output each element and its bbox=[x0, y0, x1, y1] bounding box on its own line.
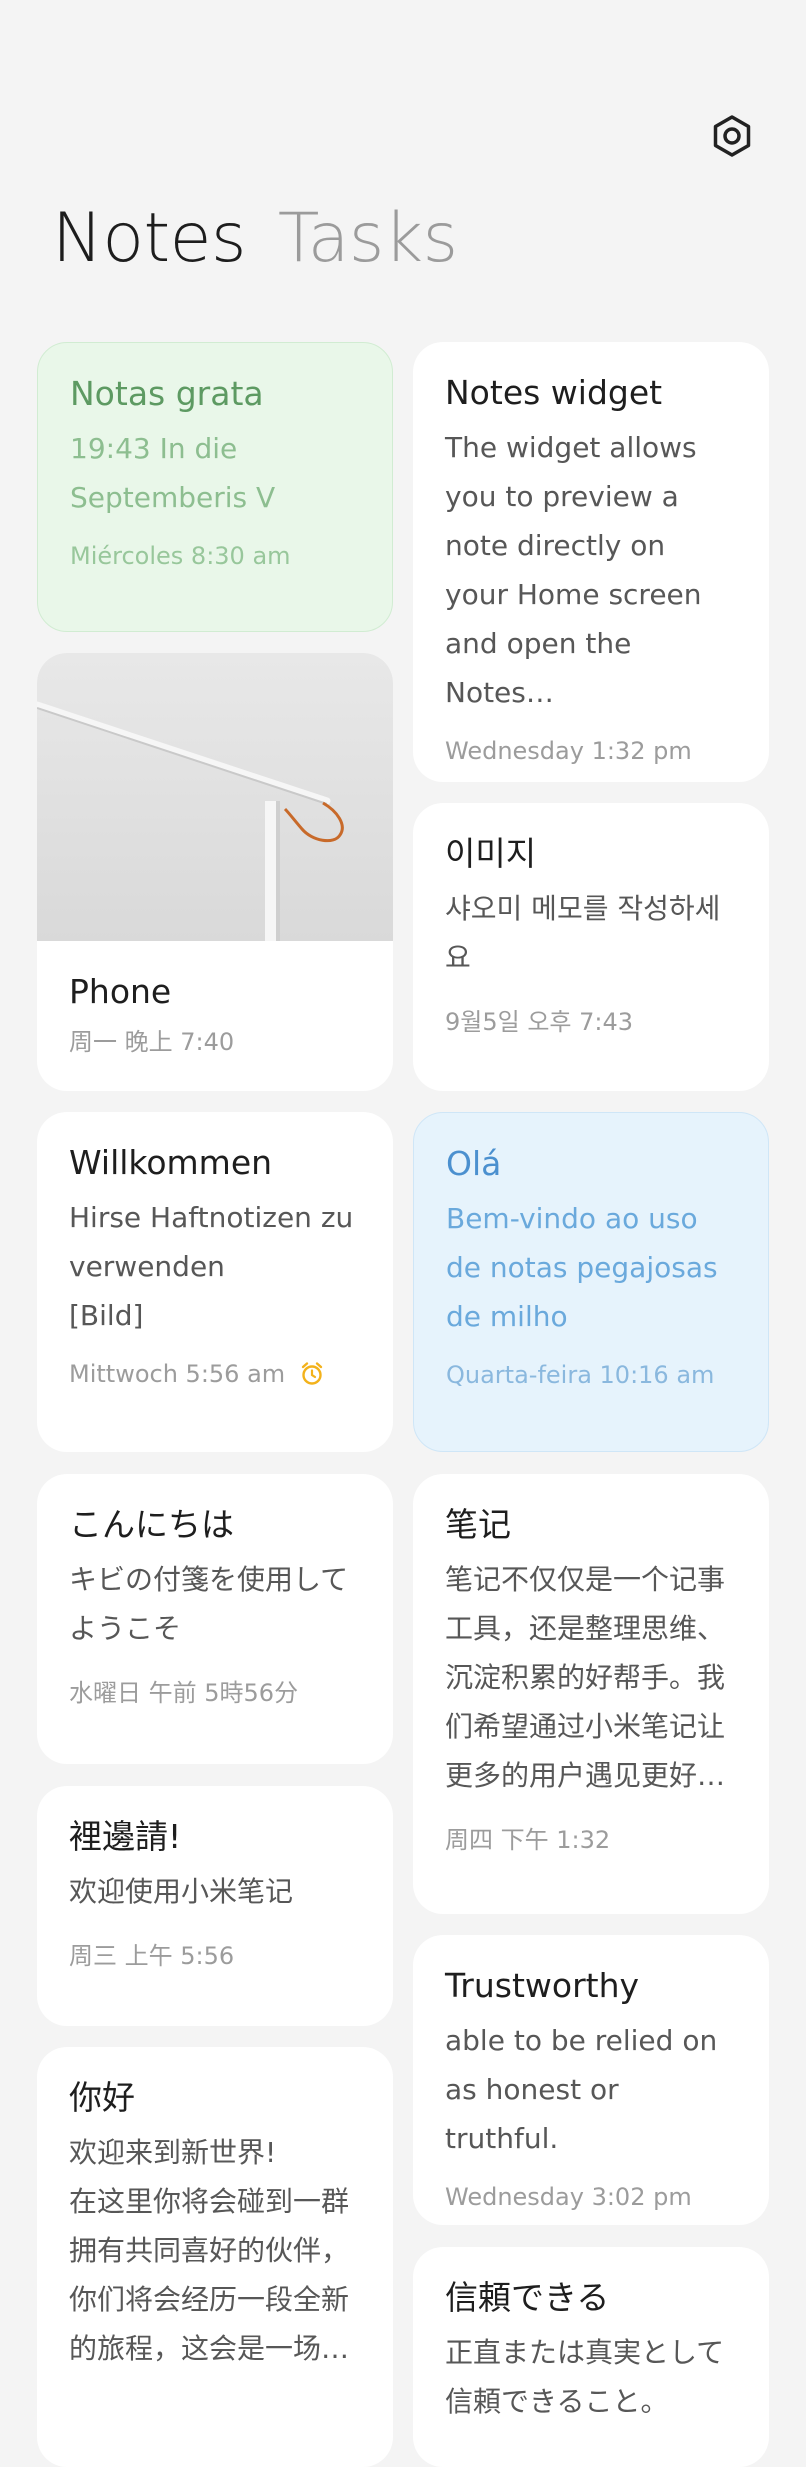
note-date: 周四 下午 1:32 bbox=[445, 1826, 611, 1855]
note-preview: able to be relied on as honest or truthf… bbox=[445, 2024, 718, 2156]
note-card[interactable]: Notes widget The widget allows you to pr… bbox=[413, 342, 769, 782]
desk-lamp-image bbox=[37, 701, 344, 941]
note-date: Mittwoch 5:56 am bbox=[69, 1360, 286, 1389]
note-preview: Bem-vindo ao uso de notas pegajosas de m… bbox=[446, 1202, 718, 1334]
note-date-row: Mittwoch 5:56 am bbox=[69, 1360, 361, 1388]
note-title: 裡邊請! bbox=[69, 1817, 182, 1856]
tab-bar: Notes Tasks bbox=[52, 205, 458, 273]
note-date: Wednesday 1:32 pm bbox=[445, 737, 692, 766]
note-title: こんにちは bbox=[69, 1505, 234, 1544]
note-date: Wednesday 3:02 pm bbox=[445, 2183, 692, 2212]
gear-icon bbox=[713, 115, 751, 157]
note-title: 信頼できる bbox=[445, 2278, 610, 2317]
note-card[interactable]: 信頼できる 正直または真実として信頼できること。 bbox=[413, 2247, 769, 2467]
tab-notes[interactable]: Notes bbox=[52, 205, 246, 273]
note-preview: キビの付箋を使用してようこそ bbox=[69, 1563, 349, 1646]
note-card[interactable]: 이미지 샤오미 메모를 작성하세요 9월5일 오후 7:43 bbox=[413, 803, 769, 1091]
note-title: Willkommen bbox=[69, 1143, 273, 1182]
note-preview: Hirse Haftnotizen zu verwenden [Bild] bbox=[69, 1201, 354, 1333]
note-title: 이미지 bbox=[445, 834, 537, 873]
note-card[interactable]: 笔记 笔记不仅仅是一个记事工具，还是整理思维、沉淀积累的好帮手。我们希望通过小米… bbox=[413, 1474, 769, 1914]
note-card[interactable]: Trustworthy able to be relied on as hone… bbox=[413, 1935, 769, 2225]
note-date: Miércoles 8:30 am bbox=[70, 542, 291, 571]
note-title: 你好 bbox=[69, 2078, 135, 2117]
note-title: 笔记 bbox=[445, 1505, 511, 1544]
note-date: 9월5일 오후 7:43 bbox=[445, 1008, 634, 1037]
note-preview: The widget allows you to preview a note … bbox=[445, 431, 702, 710]
tab-tasks[interactable]: Tasks bbox=[278, 205, 458, 273]
note-date: 周三 上午 5:56 bbox=[69, 1942, 235, 1971]
note-preview: 샤오미 메모를 작성하세요 bbox=[445, 892, 721, 975]
note-preview: 欢迎来到新世界! 在这里你将会碰到一群拥有共同喜好的伙伴，你们将会经历一段全新的… bbox=[69, 2136, 350, 2366]
note-title: Phone bbox=[69, 972, 172, 1011]
note-card[interactable]: 你好 欢迎来到新世界! 在这里你将会碰到一群拥有共同喜好的伙伴，你们将会经历一段… bbox=[37, 2047, 393, 2467]
note-preview: 欢迎使用小米笔记 bbox=[69, 1875, 294, 1909]
note-title: Olá bbox=[446, 1144, 502, 1183]
note-preview: 19:43 In die Septemberis V bbox=[70, 432, 276, 515]
note-title: Notas grata bbox=[70, 374, 264, 413]
note-preview: 笔记不仅仅是一个记事工具，还是整理思维、沉淀积累的好帮手。我们希望通过小米笔记让… bbox=[445, 1563, 726, 1793]
note-image bbox=[37, 653, 393, 941]
note-preview: 正直または真実として信頼できること。 bbox=[445, 2336, 725, 2419]
note-card[interactable]: こんにちは キビの付箋を使用してようこそ 水曜日 午前 5時56分 bbox=[37, 1474, 393, 1764]
alarm-clock-icon bbox=[301, 1362, 323, 1385]
note-card[interactable]: Notas grata 19:43 In die Septemberis V M… bbox=[37, 342, 393, 632]
note-date: Quarta-feira 10:16 am bbox=[446, 1361, 715, 1390]
note-title: Trustworthy bbox=[445, 1966, 640, 2005]
note-date: 水曜日 午前 5時56分 bbox=[69, 1679, 299, 1708]
note-card[interactable]: 裡邊請! 欢迎使用小米笔记 周三 上午 5:56 bbox=[37, 1786, 393, 2026]
note-card[interactable]: Willkommen Hirse Haftnotizen zu verwende… bbox=[37, 1112, 393, 1452]
note-card-with-image[interactable]: Phone 周一 晚上 7:40 bbox=[37, 653, 393, 1091]
settings-button[interactable] bbox=[706, 110, 758, 162]
note-card[interactable]: Olá Bem-vindo ao uso de notas pegajosas … bbox=[413, 1112, 769, 1452]
note-title: Notes widget bbox=[445, 373, 663, 412]
note-date: 周一 晚上 7:40 bbox=[69, 1028, 235, 1057]
